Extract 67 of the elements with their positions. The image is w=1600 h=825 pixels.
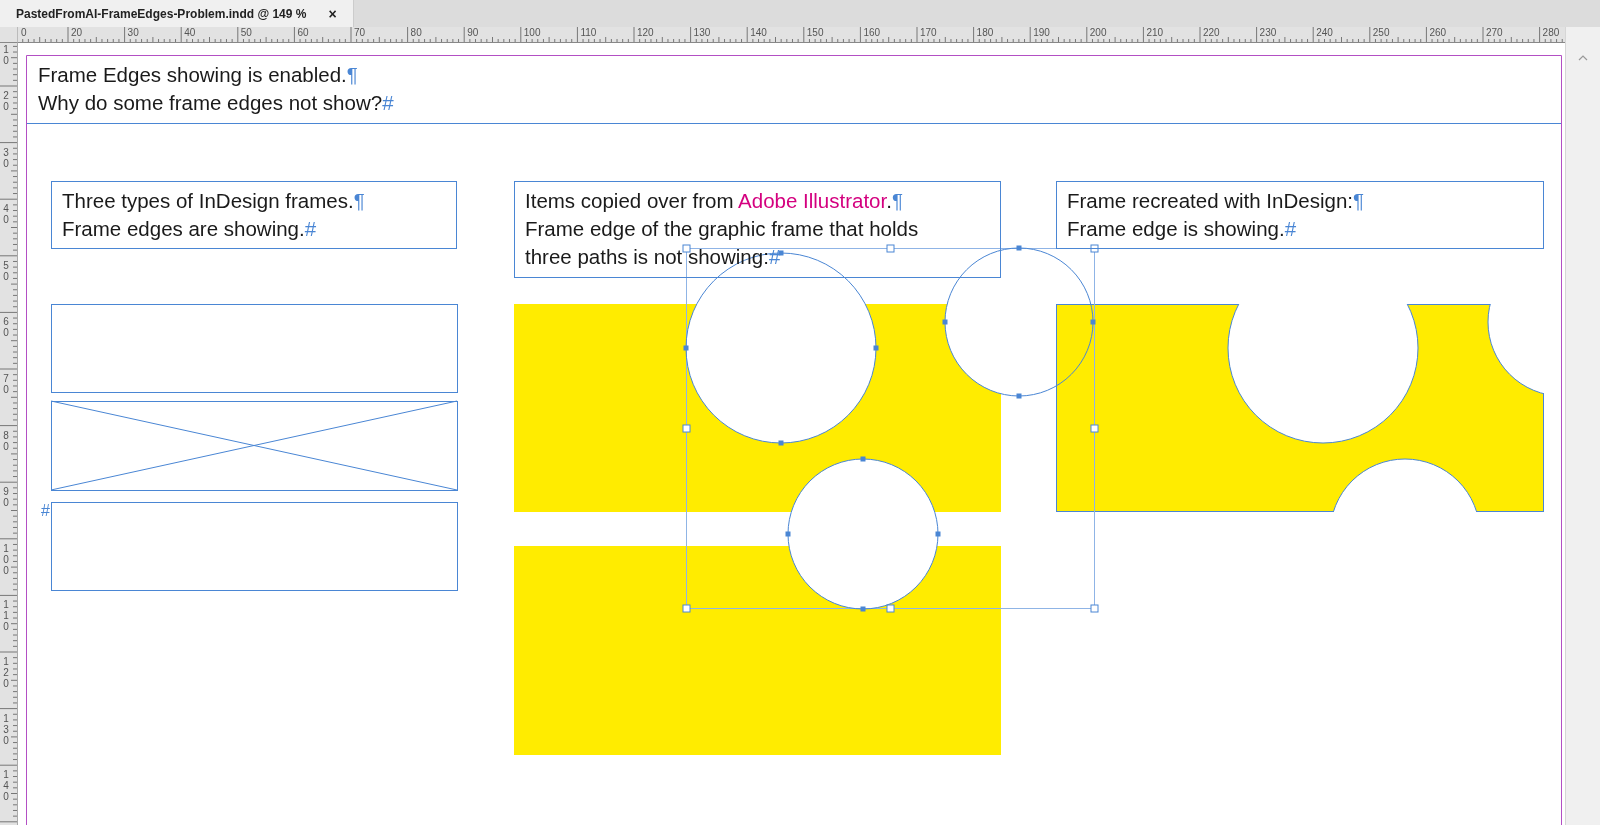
ruler-label: 130 xyxy=(692,27,711,38)
ruler-label: 180 xyxy=(975,27,994,38)
ruler-label: 80 xyxy=(1,429,11,452)
ruler-label: 270 xyxy=(1485,27,1503,38)
paragraph: Frame Edges showing is enabled.¶ xyxy=(38,62,359,88)
ruler-label: 90 xyxy=(466,27,479,38)
paragraph: Frame edges are showing.# xyxy=(62,216,318,242)
ruler-label: 160 xyxy=(862,27,881,38)
ruler-label: 70 xyxy=(1,373,11,395)
ruler-label: 110 xyxy=(1,599,11,633)
empty-frame[interactable] xyxy=(51,502,458,591)
ruler-label: 100 xyxy=(1,542,11,576)
ruler-label: 70 xyxy=(353,27,366,38)
ruler-label: 240 xyxy=(1315,27,1333,38)
document-title: PastedFromAI-FrameEdges-Problem.indd @ 149 % xyxy=(16,6,307,21)
ruler-label: 110 xyxy=(579,27,597,38)
ruler-label: 60 xyxy=(296,27,309,38)
ruler-label: 130 xyxy=(1,712,11,746)
circle-path[interactable] xyxy=(683,250,879,446)
ruler-label: 250 xyxy=(1371,27,1390,38)
ruler-label: 50 xyxy=(1,259,11,282)
text-frame[interactable]: Frame recreated with InDesign:¶ Frame edge is showing.# xyxy=(1056,181,1544,249)
ruler-label: 210 xyxy=(1145,27,1164,38)
ruler-label: 140 xyxy=(749,27,767,38)
ruler-label: 200 xyxy=(1088,27,1107,38)
ruler-label: 190 xyxy=(1032,27,1050,38)
ruler-label: 80 xyxy=(409,27,422,38)
ruler-label: 140 xyxy=(1,769,11,803)
paragraph: Frame recreated with InDesign:¶ xyxy=(1067,188,1365,214)
graphic-frame-with-holes[interactable] xyxy=(1056,304,1544,512)
close-button[interactable]: × xyxy=(328,5,337,22)
ruler-label: 230 xyxy=(1258,27,1277,38)
text-frame[interactable]: Frame Edges showing is enabled.¶ Why do some frame edges not show?# xyxy=(27,56,1561,124)
ruler-label: 220 xyxy=(1202,27,1220,38)
scroll-up-icon[interactable] xyxy=(1578,55,1588,61)
circle-path[interactable] xyxy=(942,245,1096,399)
circle-path[interactable] xyxy=(785,456,941,612)
ruler-label: 60 xyxy=(1,316,11,339)
end-mark: # xyxy=(41,502,50,520)
selection-bounding-box[interactable] xyxy=(682,244,1099,613)
paragraph: Items copied over from Adobe Illustrator.¶ xyxy=(525,188,904,214)
paragraph: Three types of InDesign frames.¶ xyxy=(62,188,366,214)
ruler-label: 120 xyxy=(1,656,11,689)
document-tab[interactable]: PastedFromAI-FrameEdges-Problem.indd @ 149 % × xyxy=(0,0,354,27)
ruler-label: 100 xyxy=(522,27,541,38)
ruler-label: 30 xyxy=(1,146,11,169)
ruler-label: 20 xyxy=(70,27,83,38)
ruler-label: 90 xyxy=(1,486,11,509)
ruler-label: 150 xyxy=(805,27,824,38)
ruler-label: 120 xyxy=(636,27,654,38)
ruler-label: 50 xyxy=(239,27,252,38)
ruler-label: 170 xyxy=(919,27,937,38)
ruler-label: 10 xyxy=(1,44,11,66)
ruler-label: 20 xyxy=(1,90,11,112)
ruler-label: 40 xyxy=(1,203,11,226)
graphic-frame[interactable] xyxy=(50,400,458,491)
ruler-label: 30 xyxy=(126,27,139,38)
empty-frame[interactable] xyxy=(51,304,458,393)
ruler-label: 260 xyxy=(1428,27,1447,38)
vertical-scrollbar[interactable] xyxy=(1565,27,1600,825)
text-frame[interactable]: Three types of InDesign frames.¶ Frame edges are showing.# xyxy=(51,181,457,249)
paragraph: Why do some frame edges not show?# xyxy=(38,90,395,116)
ruler-label: 40 xyxy=(183,27,196,38)
ruler-label: 0 xyxy=(20,27,27,38)
paragraph: Frame edge is showing.# xyxy=(1067,216,1298,242)
ruler-origin[interactable] xyxy=(0,27,18,43)
ruler-label: 280 xyxy=(1541,27,1560,38)
